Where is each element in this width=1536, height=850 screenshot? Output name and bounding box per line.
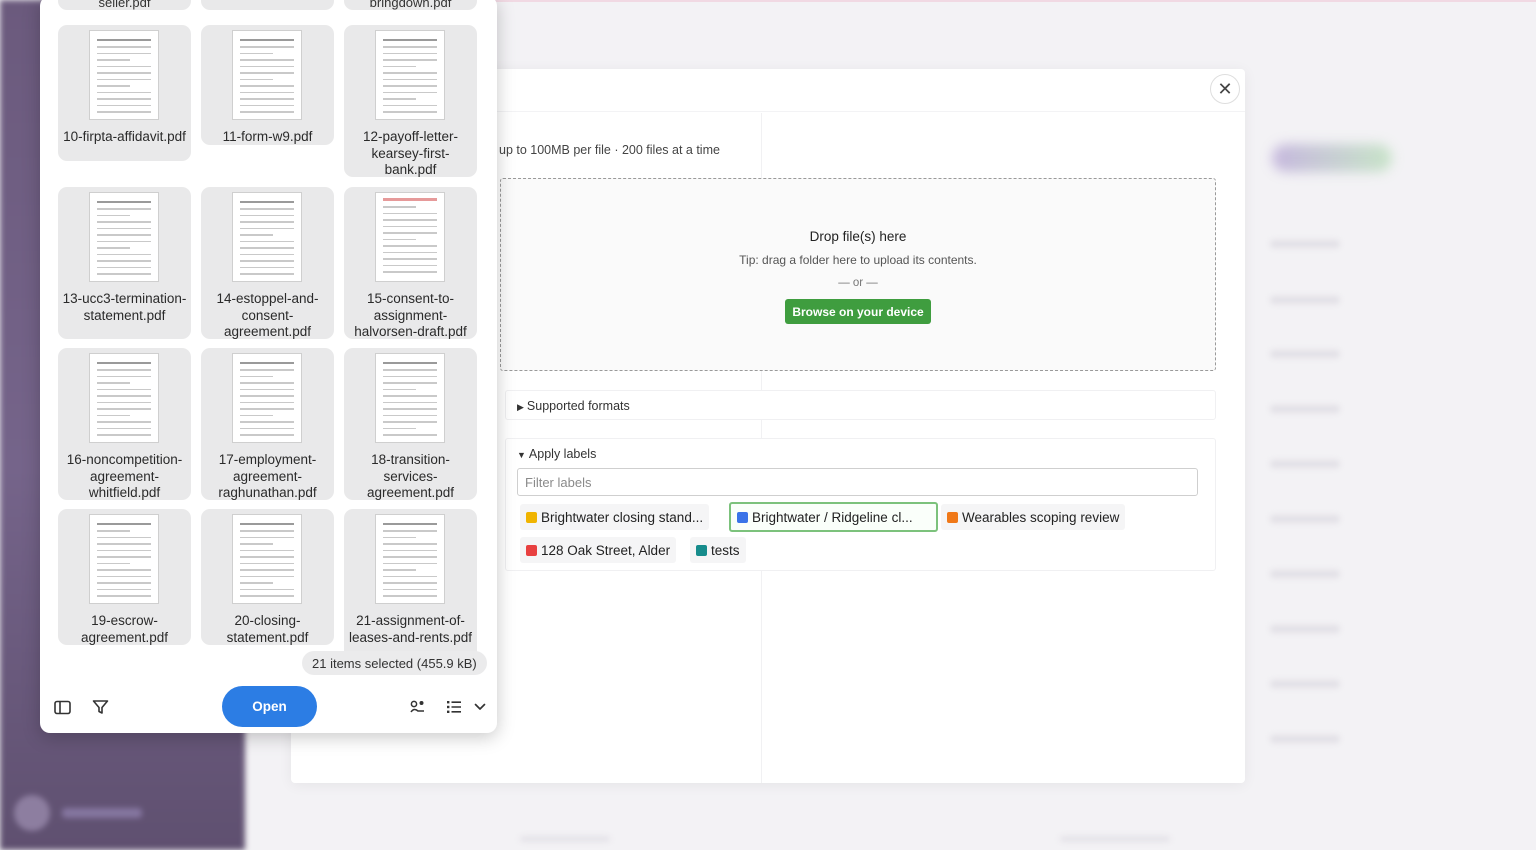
pdf-thumbnail: [375, 192, 445, 282]
file-grid[interactable]: seller.pdf bringdown.pdf 10-firpta-affid…: [40, 0, 497, 654]
dropzone[interactable]: Drop file(s) here Tip: drag a folder her…: [500, 178, 1216, 371]
background-row: [1270, 680, 1340, 688]
file-name: 20-closing-statement.pdf: [226, 613, 309, 645]
label-color-swatch: [696, 544, 707, 556]
label-chip[interactable]: Wearables scoping review: [941, 504, 1126, 530]
open-button[interactable]: Open: [222, 686, 317, 727]
label-color-swatch: [526, 544, 537, 556]
label-chip[interactable]: Brightwater closing stand...: [520, 504, 710, 530]
background-row: [1270, 460, 1340, 468]
file-tile[interactable]: 17-employment-agreement-raghunathan.pdf: [201, 348, 334, 500]
pdf-thumbnail: [89, 30, 159, 120]
file-tile[interactable]: 14-estoppel-and-consent-agreement.pdf: [201, 187, 334, 339]
label-chip-text: Brightwater closing stand...: [541, 509, 704, 525]
background-avatar: [14, 795, 50, 831]
file-tile[interactable]: 15-consent-to-assignment-halvorsen-draft…: [344, 187, 477, 339]
file-tile[interactable]: 13-ucc3-termination-statement.pdf: [58, 187, 191, 339]
label-color-swatch: [526, 511, 537, 523]
file-tile[interactable]: 18-transition-services-agreement.pdf: [344, 348, 477, 500]
apply-labels-label: Apply labels: [528, 447, 597, 461]
file-name: 12-payoff-letter-kearsey-first-bank.pdf: [362, 129, 459, 177]
pdf-thumbnail: [89, 514, 159, 604]
label-color-swatch: [947, 511, 958, 523]
file-tile-partial[interactable]: [201, 0, 334, 10]
file-name: 18-transition-services-agreement.pdf: [366, 452, 455, 500]
pdf-thumbnail: [232, 353, 302, 443]
file-tile[interactable]: 12-payoff-letter-kearsey-first-bank.pdf: [344, 25, 477, 177]
label-chip[interactable]: tests: [690, 537, 746, 563]
label-chip-text: Brightwater / Ridgeline cl...: [752, 509, 913, 525]
apply-labels-toggle[interactable]: ▼ Apply labels: [517, 447, 596, 461]
background-row: [1270, 570, 1340, 578]
label-chip-text: Wearables scoping review: [962, 509, 1120, 525]
pdf-thumbnail: [375, 30, 445, 120]
file-tile[interactable]: 20-closing-statement.pdf: [201, 509, 334, 645]
close-button[interactable]: ✕: [1210, 74, 1240, 104]
collapsed-arrow-icon: ▶: [517, 402, 524, 412]
dropzone-title: Drop file(s) here: [809, 229, 907, 244]
pdf-thumbnail: [89, 353, 159, 443]
background-row: [1270, 735, 1340, 743]
file-tile-partial[interactable]: bringdown.pdf: [344, 0, 477, 10]
background-row: [1060, 836, 1170, 842]
pdf-thumbnail: [375, 514, 445, 604]
supported-formats-section: ▶ Supported formats: [505, 390, 1216, 420]
file-name: 15-consent-to-assignment-halvorsen-draft…: [354, 291, 467, 339]
browse-device-button[interactable]: Browse on your device: [785, 299, 931, 324]
file-tile[interactable]: 21-assignment-of-leases-and-rents.pdf: [344, 509, 477, 654]
filter-labels-input[interactable]: [517, 468, 1198, 496]
filter-icon[interactable]: [90, 697, 110, 717]
supported-formats-label: Supported formats: [526, 399, 630, 413]
background-row: [1270, 405, 1340, 413]
file-tile[interactable]: 10-firpta-affidavit.pdf: [58, 25, 191, 161]
file-name: 17-employment-agreement-raghunathan.pdf: [218, 452, 317, 500]
expanded-arrow-icon: ▼: [517, 450, 526, 460]
background-row: [1270, 296, 1340, 304]
apply-labels-section: ▼Apply labels Brightwater closing stand.…: [505, 438, 1216, 571]
pdf-thumbnail: [89, 192, 159, 282]
label-chip-selected[interactable]: Brightwater / Ridgeline cl...: [729, 502, 938, 532]
list-view-icon[interactable]: [444, 697, 464, 717]
file-name: 21-assignment-of-leases-and-rents.pdf: [348, 613, 473, 645]
file-tile[interactable]: 16-noncompetition-agreement-whitfield.pd…: [58, 348, 191, 500]
label-color-swatch: [737, 511, 748, 523]
background-username: [62, 808, 142, 818]
file-name: 19-escrow-agreement.pdf: [80, 613, 169, 645]
pdf-thumbnail: [232, 30, 302, 120]
close-icon: ✕: [1217, 79, 1233, 99]
sidebar-toggle-icon[interactable]: [52, 697, 72, 717]
background-row: [1270, 240, 1340, 248]
file-name: 14-estoppel-and-consent-agreement.pdf: [216, 291, 319, 339]
background-row: [520, 836, 610, 842]
pdf-thumbnail: [232, 192, 302, 282]
selection-status: 21 items selected (455.9 kB): [302, 651, 487, 675]
file-tile[interactable]: 11-form-w9.pdf: [201, 25, 334, 145]
file-tile-partial[interactable]: seller.pdf: [58, 0, 191, 10]
background-button: [1272, 144, 1392, 172]
upload-limits-text: up to 100MB per file · 200 files at a ti…: [499, 143, 720, 157]
file-tile[interactable]: 19-escrow-agreement.pdf: [58, 509, 191, 645]
label-chip[interactable]: 128 Oak Street, Alder: [520, 537, 677, 563]
supported-formats-toggle[interactable]: ▶ Supported formats: [517, 399, 630, 413]
file-name: 11-form-w9.pdf: [222, 129, 313, 144]
label-chip-text: 128 Oak Street, Alder: [541, 542, 671, 558]
share-icon[interactable]: [407, 697, 427, 717]
file-name: 10-firpta-affidavit.pdf: [63, 129, 186, 144]
file-name: 16-noncompetition-agreement-whitfield.pd…: [66, 452, 183, 500]
background-row: [1270, 625, 1340, 633]
dropzone-tip: Tip: drag a folder here to upload its co…: [739, 253, 977, 267]
dropzone-or-separator: — or —: [838, 277, 878, 289]
file-picker-dialog: seller.pdf bringdown.pdf 10-firpta-affid…: [40, 0, 497, 733]
background-row: [1270, 350, 1340, 358]
chevron-down-icon[interactable]: [470, 697, 490, 717]
file-name: 13-ucc3-termination-statement.pdf: [62, 291, 187, 323]
pdf-thumbnail: [232, 514, 302, 604]
background-row: [1270, 515, 1340, 523]
label-chip-text: tests: [711, 542, 740, 558]
pdf-thumbnail: [375, 353, 445, 443]
